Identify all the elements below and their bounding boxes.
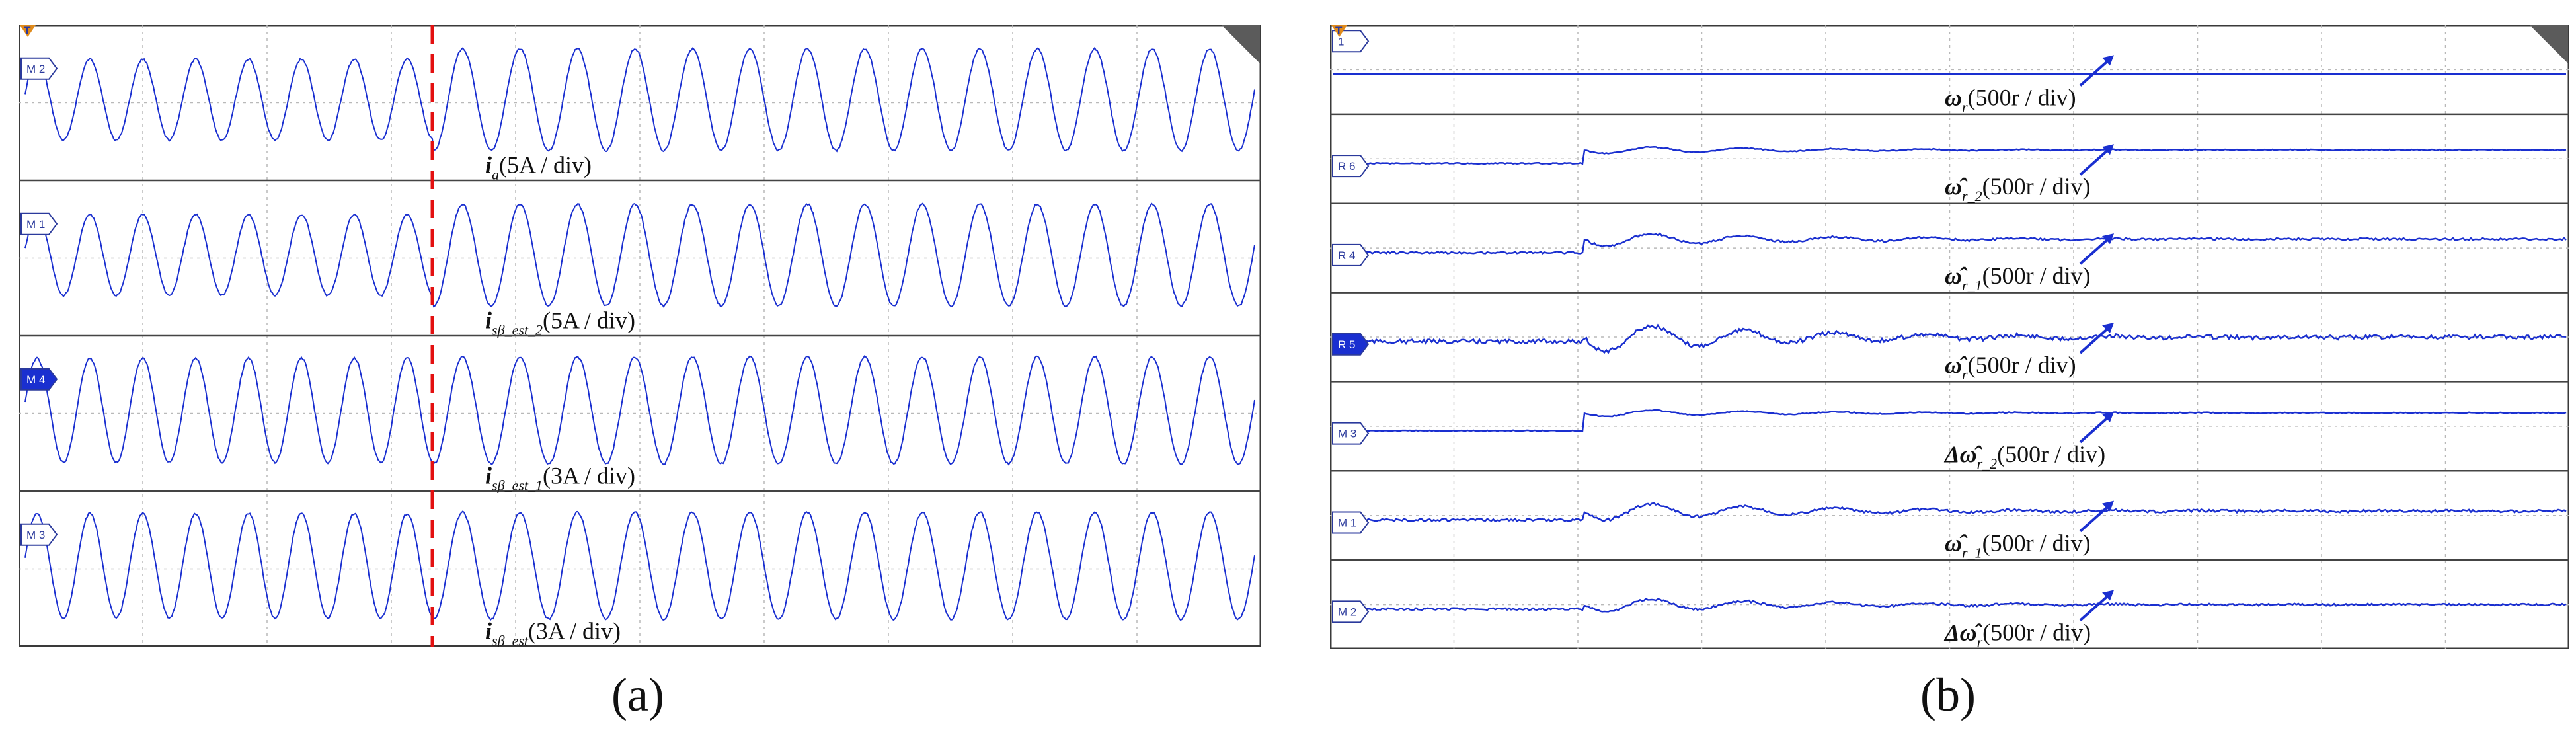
scope-a-channel-marker-2-text: M 1	[26, 218, 45, 231]
scope-b-channel-marker-6-text: M 1	[1338, 517, 1356, 529]
scope-b-channel-marker-5: M 3	[1332, 422, 1370, 445]
scope-b-channel-marker-2: R 6	[1332, 155, 1370, 178]
scope-b-canvas: 1ωr(500r / div)R 6ω̂r_2(500r / div)R 4ω̂…	[1330, 25, 2569, 649]
scope-b-channel-marker-7: M 2	[1332, 600, 1370, 623]
scope-a-channel-marker-1-text: M 2	[26, 63, 45, 75]
scope-a-canvas: M 2ia(5A / div)M 1isβ_est_2(5A / div)M 4…	[19, 25, 1261, 647]
scope-b-channel-label-5: Δω̂r_2(500r / div)	[1943, 441, 2105, 472]
panel-label-a: (a)	[611, 668, 664, 721]
scope-b-channel-label-7: Δω̂r(500r / div)	[1943, 619, 2091, 649]
scope-a-channel-marker-3: M 4	[20, 368, 58, 391]
scope-panel-b: 1 ωr(500r / div) R 6 ω̂r_2(500r / div) R 4 ω̂…	[1330, 25, 2569, 649]
trigger-marker-b-text: T	[1335, 25, 1343, 37]
scope-b-channel-marker-5-text: M 3	[1338, 428, 1356, 440]
scope-panel-a: M 2 ia(5A / div) M 1 isβ_est_2(5A / div) M 4…	[19, 25, 1261, 647]
scope-a-channel-marker-4: M 3	[20, 523, 58, 546]
scope-b-channel-marker-4: R 5	[1332, 333, 1370, 356]
scope-b-channel-marker-3: R 4	[1332, 243, 1370, 266]
scope-a-channel-marker-2: M 1	[20, 212, 58, 235]
scope-b-channel-marker-4-text: R 5	[1338, 338, 1355, 351]
trigger-marker-text: T	[24, 25, 31, 37]
panel-label-b: (b)	[1920, 668, 1976, 721]
scope-b-channel-marker-3-text: R 4	[1338, 249, 1355, 262]
scope-a-channel-label-1: ia(5A / div)	[485, 151, 592, 182]
scope-a-channel-marker-3-text: M 4	[26, 373, 45, 386]
scope-a-channel-marker-1: M 2	[20, 57, 58, 80]
scope-b-channel-marker-1-text: 1	[1338, 35, 1344, 48]
scope-b-channel-marker-6: M 1	[1332, 511, 1370, 534]
scope-a-channel-marker-4-text: M 3	[26, 529, 45, 541]
scope-b-channel-marker-2-text: R 6	[1338, 160, 1355, 173]
scope-b-channel-marker-7-text: M 2	[1338, 606, 1356, 618]
